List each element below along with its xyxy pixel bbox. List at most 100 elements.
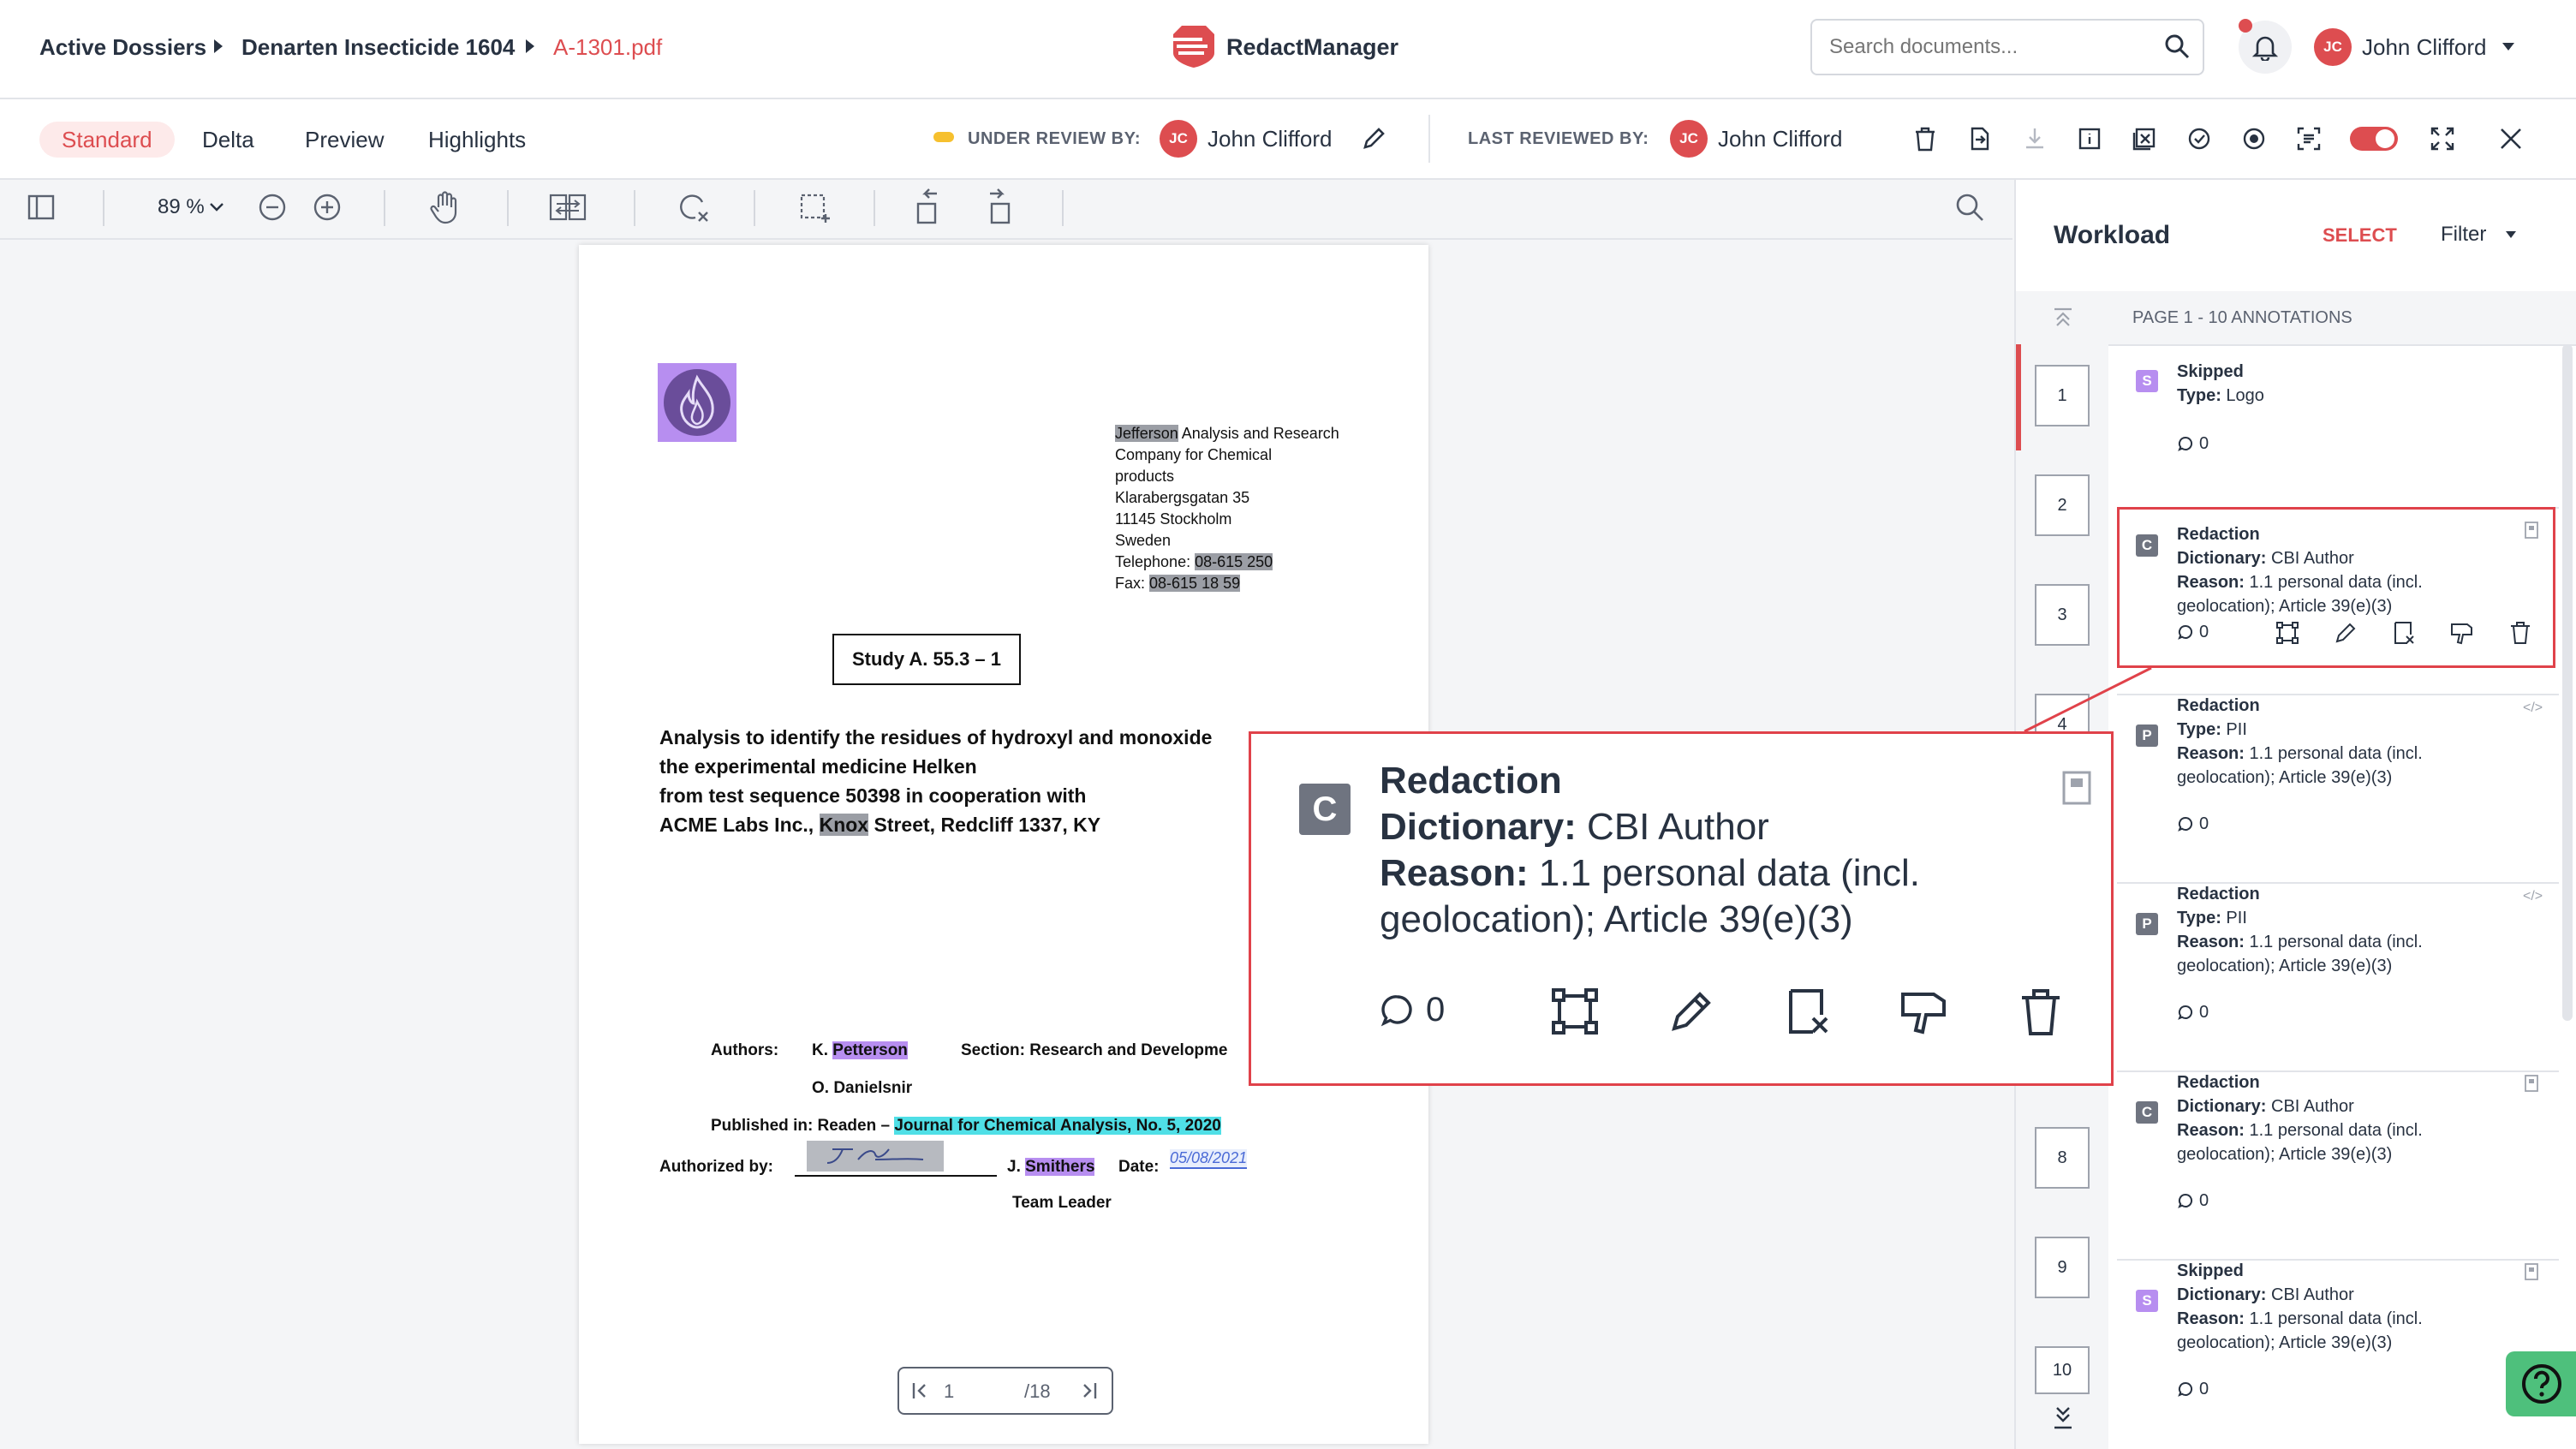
comment-icon[interactable]: [2177, 435, 2194, 452]
page-thumb[interactable]: 8: [2035, 1127, 2090, 1189]
first-page-icon[interactable]: [911, 1380, 928, 1401]
annotation-zoom-callout[interactable]: C Redaction Dictionary: CBI Author Reaso…: [1249, 731, 2114, 1086]
comment-icon[interactable]: [2177, 1380, 2194, 1398]
address-line: Klarabergsgatan 35: [1115, 489, 1250, 506]
dictionary-entry-icon[interactable]: [2523, 521, 2540, 540]
document-info-icon[interactable]: [2072, 122, 2107, 156]
search-box: [1810, 19, 2204, 75]
reject-thumbs-down-icon[interactable]: [2449, 620, 2475, 646]
signature-image[interactable]: [807, 1141, 944, 1172]
fullscreen-icon[interactable]: [2425, 122, 2460, 156]
excluded-pages-icon[interactable]: [2127, 122, 2162, 156]
redacted-street-name[interactable]: Knox: [819, 814, 869, 836]
comment-icon[interactable]: [2177, 1192, 2194, 1209]
annotation-card[interactable]: C Redaction Dictionary: CBI Author Reaso…: [2117, 507, 2559, 695]
resize-annotation-icon[interactable]: [2275, 620, 2300, 646]
tab-standard[interactable]: Standard: [39, 122, 175, 158]
breadcrumb-file[interactable]: A-1301.pdf: [553, 34, 662, 61]
area-select-icon[interactable]: [798, 190, 832, 224]
reject-thumbs-down-icon[interactable]: [1899, 986, 1950, 1037]
comment-icon[interactable]: [2177, 815, 2194, 832]
annotation-card[interactable]: C Redaction Dictionary: CBI Author Reaso…: [2117, 1070, 2559, 1261]
code-icon[interactable]: </>: [2523, 701, 2543, 716]
close-icon[interactable]: [2494, 122, 2528, 156]
select-button[interactable]: SELECT: [2323, 224, 2397, 247]
dictionary-entry-icon[interactable]: [2523, 1262, 2540, 1281]
skipped-author-name[interactable]: Petterson: [832, 1041, 908, 1059]
search-input[interactable]: [1828, 31, 2156, 63]
annotation-card[interactable]: P Redaction Type: PII Reason: 1.1 person…: [2117, 694, 2559, 884]
download-icon[interactable]: [2018, 122, 2052, 156]
toggle-switch[interactable]: [2350, 127, 2398, 151]
delete-file-icon[interactable]: [1908, 122, 1942, 156]
address-line: Sweden: [1115, 532, 1172, 549]
compare-icon[interactable]: [548, 192, 587, 223]
annotation-card[interactable]: S Skipped Dictionary: CBI Author Reason:…: [2117, 1259, 2559, 1449]
remove-from-dictionary-icon[interactable]: [2391, 620, 2417, 646]
delete-annotation-icon[interactable]: [2015, 986, 2066, 1037]
date-value[interactable]: 05/08/2021: [1170, 1149, 1248, 1169]
record-icon[interactable]: [2237, 122, 2271, 156]
journal-highlight[interactable]: Journal for Chemical Analysis, No. 5, 20…: [894, 1117, 1221, 1135]
remove-from-dictionary-icon[interactable]: [1782, 986, 1834, 1037]
company-logo-icon[interactable]: [658, 363, 736, 442]
tab-preview[interactable]: Preview: [283, 122, 406, 158]
tab-delta[interactable]: Delta: [180, 122, 277, 158]
filter-button[interactable]: Filter: [2441, 223, 2486, 247]
resize-annotation-icon[interactable]: [1549, 986, 1601, 1037]
comment-icon[interactable]: [2177, 1004, 2194, 1021]
page-thumb[interactable]: 9: [2035, 1237, 2090, 1298]
user-name[interactable]: John Clifford: [2362, 34, 2487, 61]
help-button[interactable]: [2506, 1351, 2576, 1416]
reviewer-avatar: JC: [1160, 120, 1197, 158]
zoom-out-icon[interactable]: [257, 192, 288, 223]
code-icon[interactable]: </>: [2523, 889, 2543, 904]
annotation-card[interactable]: P Redaction Type: PII Reason: 1.1 person…: [2117, 882, 2559, 1072]
breadcrumb-active-dossiers[interactable]: Active Dossiers: [39, 34, 206, 61]
user-menu-chevron-icon[interactable]: [2502, 43, 2514, 51]
export-file-icon[interactable]: [1963, 122, 1997, 156]
page-thumb[interactable]: 1: [2035, 365, 2090, 426]
scroll-to-top-icon[interactable]: [2052, 307, 2074, 329]
comment-icon[interactable]: [2177, 623, 2194, 641]
user-avatar[interactable]: JC: [2314, 28, 2352, 66]
skipped-signer-name[interactable]: Smithers: [1025, 1158, 1095, 1176]
redacted-fax[interactable]: 08-615 18 59: [1149, 575, 1241, 592]
page-number-input[interactable]: [942, 1379, 997, 1404]
comment-icon[interactable]: [1380, 993, 1416, 1029]
select-annotation-icon[interactable]: [677, 190, 711, 224]
approve-check-icon[interactable]: [2182, 122, 2216, 156]
rotate-left-icon[interactable]: [911, 187, 945, 226]
document-search-icon[interactable]: [1954, 192, 1985, 223]
filter-chevron-icon[interactable]: [2506, 231, 2516, 238]
comment-count: 0: [2199, 623, 2209, 641]
ocr-scan-icon[interactable]: [2292, 122, 2326, 156]
toggle-sidebar-icon[interactable]: [26, 192, 57, 223]
title-line: the experimental medicine Helken: [659, 755, 977, 778]
edit-annotation-icon[interactable]: [2333, 620, 2358, 646]
edit-reviewer-pencil-icon[interactable]: [1360, 125, 1387, 152]
scroll-to-bottom-icon[interactable]: [2052, 1404, 2074, 1430]
rotate-right-icon[interactable]: [981, 187, 1016, 226]
annotation-card[interactable]: S Skipped Type: Logo 0: [2117, 344, 2559, 509]
redacted-telephone[interactable]: 08-615 250: [1195, 553, 1273, 570]
redacted-company-name[interactable]: Jefferson: [1115, 425, 1178, 442]
last-page-icon[interactable]: [1081, 1380, 1098, 1401]
zoom-in-icon[interactable]: [312, 192, 343, 223]
pan-hand-icon[interactable]: [430, 190, 461, 224]
edit-annotation-icon[interactable]: [1666, 986, 1717, 1037]
zoom-dropdown-chevron-icon[interactable]: [209, 202, 224, 212]
page-thumb[interactable]: 3: [2035, 584, 2090, 646]
zoom-level[interactable]: 89 %: [158, 195, 205, 219]
breadcrumb-dossier[interactable]: Denarten Insecticide 1604: [242, 34, 515, 61]
page-thumb[interactable]: 10: [2035, 1346, 2090, 1394]
panel-scrollbar[interactable]: [2562, 344, 2573, 1021]
delete-annotation-icon[interactable]: [2507, 620, 2533, 646]
tab-highlights[interactable]: Highlights: [406, 122, 548, 158]
page-thumb[interactable]: 2: [2035, 474, 2090, 536]
dictionary-entry-icon[interactable]: [2523, 1074, 2540, 1093]
dictionary-entry-icon[interactable]: [2060, 770, 2094, 806]
annotation-field-value: geolocation); Article 39(e)(3): [2177, 1333, 2393, 1352]
reviewer-name[interactable]: John Clifford: [1208, 126, 1333, 152]
search-icon[interactable]: [2163, 33, 2191, 60]
